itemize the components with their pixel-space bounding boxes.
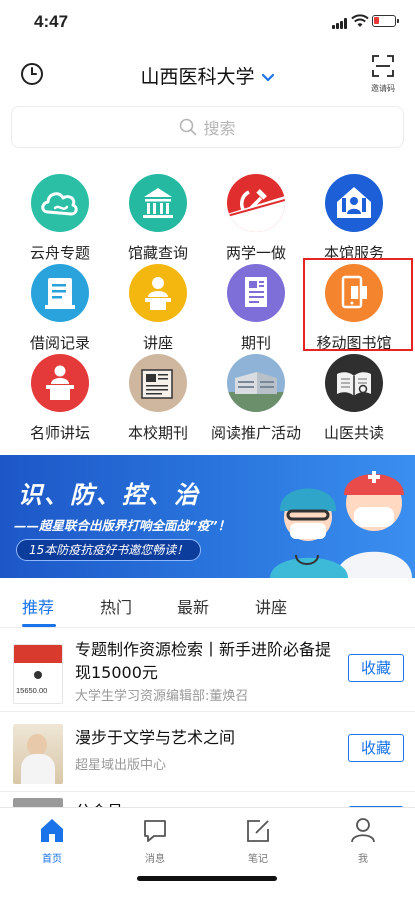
list-item[interactable]: 15650.00 专题制作资源检索丨新手进阶必备提现15000元 大学生学习资源…: [0, 628, 415, 712]
message-icon: [144, 820, 166, 842]
favorite-button[interactable]: 收藏: [348, 654, 404, 682]
grid-item-shanyi-reading[interactable]: 山医共读: [304, 354, 404, 443]
grid-item-reading-promotion[interactable]: 阅读推广活动: [206, 354, 306, 443]
grid-item-campus-journal[interactable]: 本校期刊: [108, 354, 208, 443]
page-title: 山西医科大学: [140, 66, 255, 88]
note-icon: [247, 820, 269, 842]
home-service-icon: [325, 174, 383, 232]
search-icon: [180, 118, 197, 136]
grid-item-label: 名师讲坛: [29, 424, 90, 442]
library-building-icon: [129, 174, 187, 232]
person-icon: [351, 818, 375, 843]
cellular-signal-icon: [332, 18, 348, 29]
item-subtitle: 超星域出版中心: [75, 758, 167, 773]
thumb-amount: 15650.00: [16, 686, 48, 695]
grid-item-collection-search[interactable]: 馆藏查询: [108, 174, 208, 263]
app-header: 山西医科大学 邀请码: [0, 46, 415, 98]
lecture-icon: [129, 264, 187, 322]
newspaper-icon: [129, 354, 187, 412]
search-placeholder: 搜索: [203, 119, 236, 138]
nav-label: 消息: [145, 854, 165, 865]
borrow-record-icon: [31, 264, 89, 322]
grid-item-label: 借阅记录: [29, 334, 90, 352]
grid-item-yunzhou[interactable]: 云舟专题: [10, 174, 110, 263]
home-indicator: [137, 876, 277, 881]
podium-icon: [31, 354, 89, 412]
grid-item-famous-teacher-forum[interactable]: 名师讲坛: [10, 354, 110, 443]
home-icon: [41, 819, 63, 842]
cloud-icon: [31, 174, 89, 232]
grid-item-borrow-record[interactable]: 借阅记录: [10, 264, 110, 353]
grid-item-label: 讲座: [142, 334, 173, 352]
open-book-icon: [325, 354, 383, 412]
promo-banner[interactable]: 识、防、控、治 ——超星联合出版界打响全面战“疫”！ 15本防疫抗疫好书邀您畅读…: [0, 455, 415, 578]
status-time: 4:47: [34, 12, 69, 31]
banner-pill: 15本防疫抗疫好书邀您畅读！: [16, 539, 202, 561]
favorite-button[interactable]: 收藏: [348, 734, 404, 762]
building-photo-icon: [227, 354, 285, 412]
hammer-sickle-icon: [227, 174, 285, 232]
journal-icon: [227, 264, 285, 322]
content-tabs: 推荐 热门 最新 讲座: [0, 580, 415, 628]
search-bar[interactable]: 搜索: [11, 106, 404, 148]
tab-latest[interactable]: 最新: [177, 594, 209, 618]
nav-notes[interactable]: 笔记: [228, 816, 288, 865]
item-thumbnail: [13, 724, 63, 784]
list-item[interactable]: 漫步于文学与艺术之间 超星域出版中心 收藏: [0, 712, 415, 792]
active-tab-indicator: [22, 624, 56, 627]
tab-lectures[interactable]: 讲座: [255, 594, 287, 618]
school-selector[interactable]: 山西医科大学: [0, 62, 415, 89]
item-title: 专题制作资源检索丨新手进阶必备提现15000元: [75, 640, 332, 682]
grid-item-label: 阅读推广活动: [210, 424, 301, 442]
banner-headline: 识、防、控、治: [18, 481, 200, 509]
grid-item-library-services[interactable]: 本馆服务: [304, 174, 404, 263]
tab-recommended[interactable]: 推荐: [22, 594, 54, 618]
nav-label: 我: [358, 854, 368, 865]
battery-icon: [372, 15, 399, 27]
grid-item-label: 云舟专题: [29, 244, 90, 262]
nav-home[interactable]: 首页: [22, 816, 82, 865]
chevron-down-icon: [261, 73, 274, 81]
invite-code-label: 邀请码: [371, 84, 395, 93]
item-title: 漫步于文学与艺术之间: [75, 728, 236, 747]
bottom-navigation: 首页 消息 笔记 我: [0, 807, 415, 899]
carousel-indicator: [168, 566, 222, 578]
grid-item-journal[interactable]: 期刊: [206, 264, 306, 353]
grid-item-label: 馆藏查询: [127, 244, 188, 262]
nav-label: 首页: [42, 854, 62, 865]
scan-frame-icon: [372, 55, 394, 77]
grid-item-lecture[interactable]: 讲座: [108, 264, 208, 353]
nav-messages[interactable]: 消息: [125, 816, 185, 865]
wifi-icon: [351, 14, 369, 27]
invite-code-button[interactable]: 邀请码: [365, 54, 401, 94]
nav-label: 笔记: [248, 854, 268, 865]
medical-staff-illustration: [270, 471, 412, 578]
grid-item-label: 两学一做: [225, 244, 286, 262]
grid-item-label: 山医共读: [323, 424, 384, 442]
grid-item-label: 期刊: [240, 334, 271, 352]
status-bar: 4:47: [0, 0, 415, 46]
tab-popular[interactable]: 热门: [100, 594, 132, 618]
highlight-box: [303, 258, 413, 351]
banner-subline: ——超星联合出版界打响全面战“疫”！: [14, 518, 231, 533]
item-thumbnail: 15650.00: [13, 644, 63, 704]
nav-me[interactable]: 我: [333, 816, 393, 865]
grid-item-two-studies[interactable]: 两学一做: [206, 174, 306, 263]
item-subtitle: 大学生学习资源编辑部:董焕召: [75, 689, 249, 704]
grid-item-label: 本校期刊: [127, 424, 188, 442]
